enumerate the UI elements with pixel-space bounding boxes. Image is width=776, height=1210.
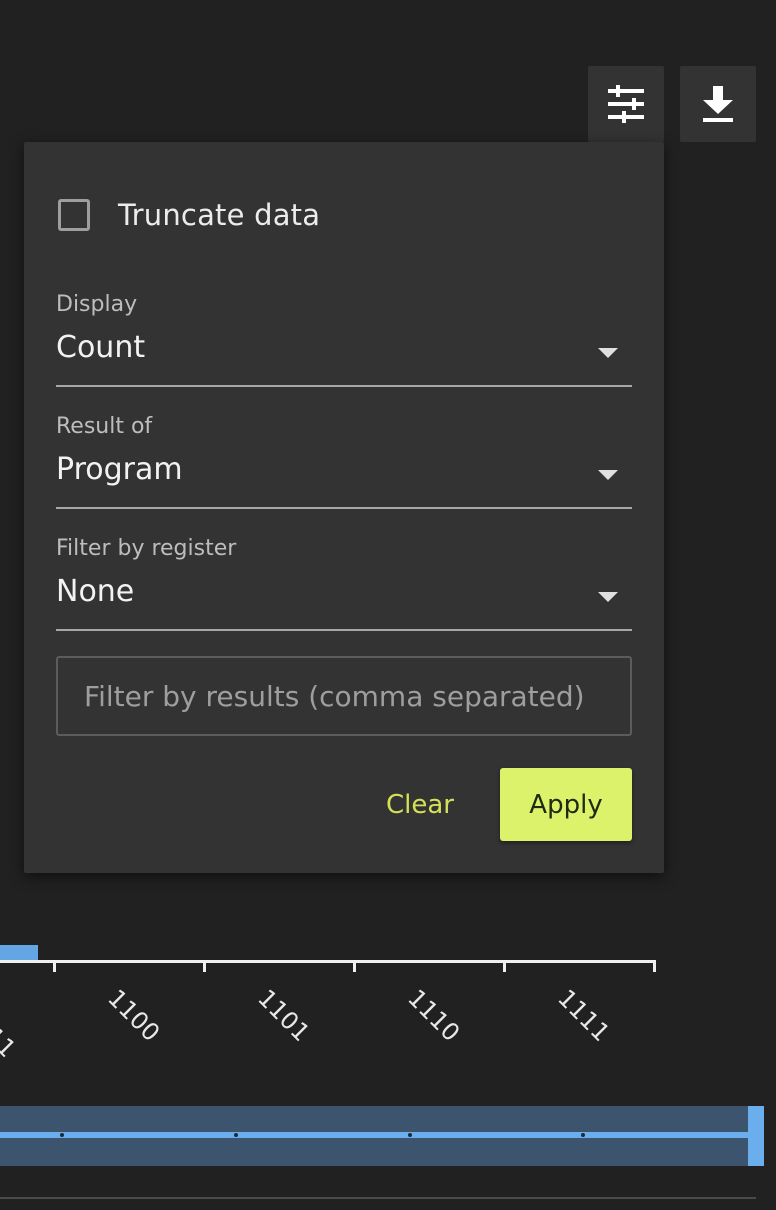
caret-down-icon [598, 592, 618, 602]
download-button[interactable] [680, 66, 756, 142]
display-select[interactable]: Display Count [56, 292, 632, 410]
caret-down-icon [598, 470, 618, 480]
result-of-select[interactable]: Result of Program [56, 414, 632, 532]
range-brush-marker [408, 1133, 412, 1137]
select-underline [56, 629, 632, 631]
x-axis-tick-label: 1101 [252, 984, 316, 1047]
filter-by-register-select[interactable]: Filter by register None [56, 536, 632, 654]
x-axis-tick [353, 960, 356, 972]
range-brush-handle[interactable] [748, 1106, 764, 1166]
truncate-data-label: Truncate data [118, 198, 321, 232]
tune-sliders-icon [608, 85, 644, 123]
x-axis-tick [53, 960, 56, 972]
x-axis-tick-label: 1011 [0, 1000, 22, 1063]
filter-by-register-value: None [56, 574, 135, 609]
range-brush-marker [581, 1133, 585, 1137]
clear-button[interactable]: Clear [364, 769, 476, 841]
result-of-select-label: Result of [56, 414, 153, 439]
x-axis-tick [503, 960, 506, 972]
filter-by-register-label: Filter by register [56, 536, 237, 561]
apply-button[interactable]: Apply [500, 768, 632, 841]
x-axis-line [0, 960, 656, 963]
checkbox-box[interactable] [58, 199, 90, 231]
histogram-bar [0, 945, 38, 960]
x-axis-tick-label: 1111 [552, 984, 616, 1047]
display-select-label: Display [56, 292, 138, 317]
x-axis-tick-label: 1110 [402, 984, 466, 1047]
range-brush-marker [234, 1133, 238, 1137]
caret-down-icon [598, 348, 618, 358]
select-underline [56, 507, 632, 509]
chart-settings-panel: Truncate data Display Count Result of Pr… [24, 142, 664, 873]
divider [0, 1197, 756, 1199]
x-axis-tick [653, 960, 656, 972]
range-brush-marker [60, 1133, 64, 1137]
select-underline [56, 385, 632, 387]
x-axis-tick [203, 960, 206, 972]
display-select-value: Count [56, 330, 146, 365]
x-axis-tick-label: 1100 [102, 984, 166, 1047]
result-of-select-value: Program [56, 452, 183, 487]
settings-button[interactable] [588, 66, 664, 142]
range-brush-line [0, 1132, 750, 1138]
download-icon [703, 86, 733, 122]
truncate-data-checkbox[interactable]: Truncate data [58, 198, 320, 232]
filter-by-results-input[interactable] [56, 656, 632, 736]
